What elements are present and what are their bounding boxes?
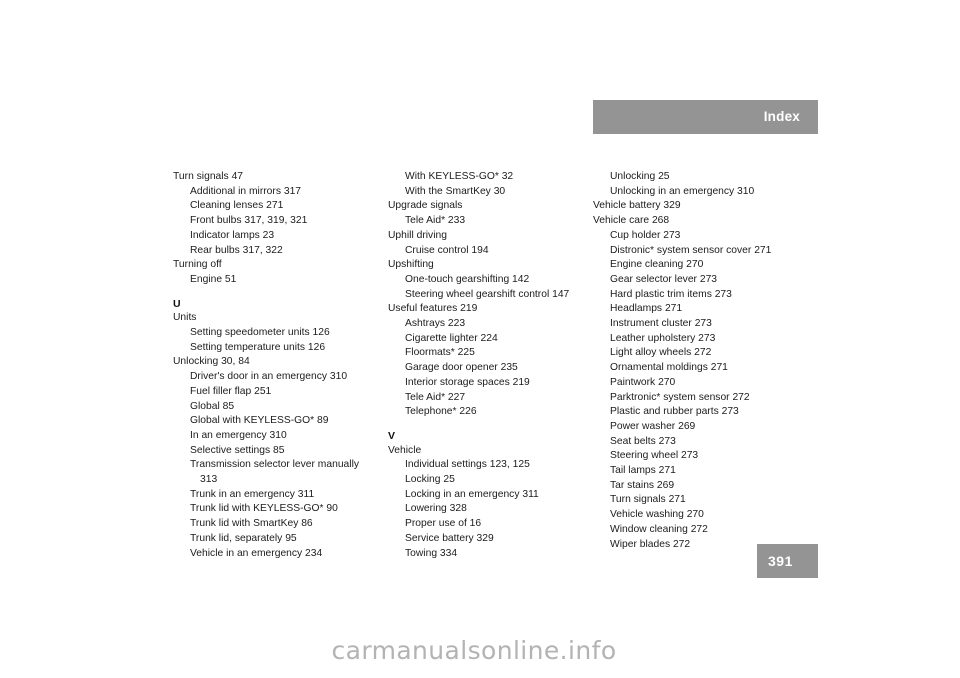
index-subentry: Window cleaning 272 — [610, 523, 708, 535]
index-subentry: Locking in an emergency 311 — [405, 488, 539, 500]
manual-index-page: Index Turn signals 47 Additional in mirro… — [0, 0, 960, 678]
index-entry: Upgrade signals — [388, 200, 463, 212]
page-header-bar: Index — [593, 100, 818, 134]
index-subentry: Turn signals 271 — [610, 494, 686, 506]
page-number-box: 391 — [757, 544, 818, 578]
index-subentry: Cigarette lighter 224 — [405, 332, 498, 344]
page-number: 391 — [768, 553, 793, 569]
index-subentry: Steering wheel gearshift control 147 — [405, 288, 570, 300]
index-entry: Unlocking 30, 84 — [173, 356, 250, 368]
index-subentry: With KEYLESS-GO* 32 — [405, 171, 514, 182]
index-subentry: Tele Aid* 227 — [405, 391, 466, 403]
index-subentry: Lowering 328 — [405, 503, 467, 515]
index-subentry: Leather upholstery 273 — [610, 332, 716, 344]
index-column-2: With KEYLESS-GO* 32 With the SmartKey 30 U… — [388, 170, 603, 561]
index-subentry: Tar stains 269 — [610, 479, 675, 491]
index-subentry: Setting temperature units 126 — [190, 341, 326, 353]
index-entry: Useful features 219 — [388, 303, 478, 315]
index-subentry: Service battery 329 — [405, 532, 494, 544]
index-subentry: Trunk lid with SmartKey 86 — [190, 518, 313, 530]
index-subentry: Vehicle in an emergency 234 — [190, 547, 323, 559]
index-subentry: Telephone* 226 — [405, 406, 477, 418]
index-entry: Uphill driving — [388, 229, 447, 241]
index-subentry: Ashtrays 223 — [405, 318, 466, 330]
index-column-3: Unlocking 25 Unlocking in an emergency 31… — [593, 170, 808, 552]
page-header-title: Index — [763, 109, 800, 125]
index-subentry: Global 85 — [190, 400, 235, 412]
index-subentry: Front bulbs 317, 319, 321 — [190, 215, 308, 227]
index-subentry: Paintwork 270 — [610, 376, 676, 388]
index-subentry: Rear bulbs 317, 322 — [190, 244, 283, 256]
index-subentry: Floormats* 225 — [405, 347, 475, 359]
index-subentry: Parktronic* system sensor 272 — [610, 391, 750, 403]
index-subentry: Trunk lid, separately 95 — [190, 532, 297, 544]
index-subentry: Distronic* system sensor cover 271 — [610, 244, 772, 256]
index-subentry: Steering wheel 273 — [610, 450, 699, 462]
index-subentry: Engine 51 — [190, 273, 237, 285]
index-subentry: In an emergency 310 — [190, 429, 287, 441]
index-subentry: Trunk in an emergency 311 — [190, 488, 315, 500]
index-subentry: Vehicle washing 270 — [610, 509, 704, 521]
index-subentry: Fuel filler flap 251 — [190, 385, 272, 397]
index-subentry: Ornamental moldings 271 — [610, 362, 728, 374]
index-subentry: Tail lamps 271 — [610, 465, 676, 477]
index-subentry: Additional in mirrors 317 — [190, 185, 302, 197]
index-subentry: Engine cleaning 270 — [610, 259, 704, 271]
index-subentry: Instrument cluster 273 — [610, 318, 712, 330]
index-subentry: Unlocking 25 — [610, 171, 670, 182]
index-subentry: Light alloy wheels 272 — [610, 347, 712, 359]
index-subentry: Locking 25 — [405, 474, 455, 486]
index-subentry: Driver's door in an emergency 310 — [190, 371, 348, 383]
index-subentry: Interior storage spaces 219 — [405, 376, 530, 388]
index-subentry: With the SmartKey 30 — [405, 185, 506, 197]
index-subentry: Garage door opener 235 — [405, 362, 518, 374]
index-subentry: 313 — [200, 474, 218, 486]
index-subentry: Unlocking in an emergency 310 — [610, 185, 755, 197]
index-entry: Units — [173, 312, 197, 324]
index-subentry: Tele Aid* 233 — [405, 215, 466, 227]
index-subentry: Gear selector lever 273 — [610, 273, 718, 285]
index-subentry: Cleaning lenses 271 — [190, 200, 284, 212]
index-subentry: Indicator lamps 23 — [190, 229, 275, 241]
index-subentry: Selective settings 85 — [190, 444, 285, 456]
index-subentry: Transmission selector lever manually — [190, 459, 360, 471]
index-entry: Vehicle care 268 — [593, 215, 670, 227]
index-subentry: Seat belts 273 — [610, 435, 676, 447]
index-subentry: Setting speedometer units 126 — [190, 327, 330, 339]
index-entry: Vehicle — [388, 444, 422, 456]
site-watermark: carmanualsonline.info — [331, 636, 617, 665]
index-subentry: Cup holder 273 — [610, 229, 681, 241]
index-subentry: One-touch gearshifting 142 — [405, 273, 530, 285]
index-entry: Turning off — [173, 259, 222, 271]
index-subentry: Cruise control 194 — [405, 244, 489, 256]
index-subentry: Towing 334 — [405, 547, 458, 559]
index-entry: Vehicle battery 329 — [593, 200, 681, 212]
index-subentry: Power washer 269 — [610, 420, 696, 432]
index-entry: Upshifting — [388, 259, 434, 271]
index-subentry: Individual settings 123, 125 — [405, 459, 530, 471]
index-subentry: Hard plastic trim items 273 — [610, 288, 732, 300]
index-section-letter: V — [388, 429, 396, 442]
index-subentry: Trunk lid with KEYLESS-GO* 90 — [190, 503, 338, 515]
index-entry: Turn signals 47 — [173, 171, 244, 182]
index-section-letter: U — [173, 297, 181, 310]
index-subentry: Headlamps 271 — [610, 303, 683, 315]
index-subentry: Proper use of 16 — [405, 518, 482, 530]
index-subentry: Plastic and rubber parts 273 — [610, 406, 739, 418]
index-subentry: Global with KEYLESS-GO* 89 — [190, 415, 329, 427]
index-column-1: Turn signals 47 Additional in mirrors 317… — [173, 170, 388, 561]
